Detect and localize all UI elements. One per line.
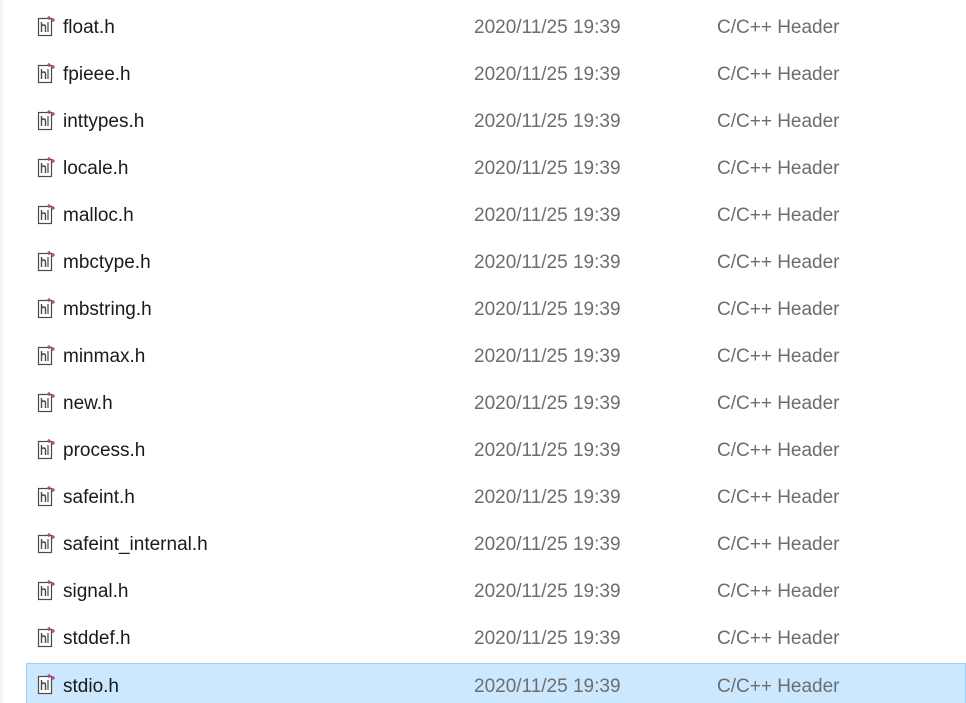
file-type: C/C++ Header: [717, 534, 840, 555]
file-type: C/C++ Header: [717, 581, 840, 602]
file-type: C/C++ Header: [717, 440, 840, 461]
file-row-signal-h[interactable]: signal.h 2020/11/25 19:39 C/C++ Header: [0, 569, 966, 616]
c-header-file-icon: [36, 15, 56, 39]
file-date-modified: 2020/11/25 19:39: [474, 440, 621, 461]
c-header-file-icon: [36, 579, 56, 603]
file-date-modified: 2020/11/25 19:39: [474, 158, 621, 179]
file-date-modified: 2020/11/25 19:39: [474, 581, 621, 602]
file-row-mbctype-h[interactable]: mbctype.h 2020/11/25 19:39 C/C++ Header: [0, 240, 966, 287]
c-header-file-icon: [36, 62, 56, 86]
file-name: malloc.h: [63, 205, 134, 226]
file-date-modified: 2020/11/25 19:39: [474, 487, 621, 508]
file-name: locale.h: [63, 158, 129, 179]
file-name: process.h: [63, 440, 146, 461]
file-type: C/C++ Header: [717, 64, 840, 85]
file-row-stddef-h[interactable]: stddef.h 2020/11/25 19:39 C/C++ Header: [0, 616, 966, 663]
file-list: float.h 2020/11/25 19:39 C/C++ Header fp…: [0, 5, 966, 703]
file-row-float-h[interactable]: float.h 2020/11/25 19:39 C/C++ Header: [0, 5, 966, 52]
file-list-pane: float.h 2020/11/25 19:39 C/C++ Header fp…: [0, 0, 966, 703]
file-date-modified: 2020/11/25 19:39: [474, 111, 621, 132]
file-row-malloc-h[interactable]: malloc.h 2020/11/25 19:39 C/C++ Header: [0, 193, 966, 240]
file-name: stdio.h: [63, 676, 119, 697]
file-name: signal.h: [63, 581, 129, 602]
file-row-mbstring-h[interactable]: mbstring.h 2020/11/25 19:39 C/C++ Header: [0, 287, 966, 334]
file-name: safeint_internal.h: [63, 534, 208, 555]
c-header-file-icon: [36, 391, 56, 415]
file-type: C/C++ Header: [717, 17, 840, 38]
file-name: stddef.h: [63, 628, 131, 649]
c-header-file-icon: [36, 626, 56, 650]
file-row-safeint-internal-h[interactable]: safeint_internal.h 2020/11/25 19:39 C/C+…: [0, 522, 966, 569]
file-type: C/C++ Header: [717, 346, 840, 367]
c-header-file-icon: [36, 485, 56, 509]
file-name: float.h: [63, 17, 115, 38]
file-name: new.h: [63, 393, 113, 414]
file-row-locale-h[interactable]: locale.h 2020/11/25 19:39 C/C++ Header: [0, 146, 966, 193]
file-name: fpieee.h: [63, 64, 131, 85]
file-date-modified: 2020/11/25 19:39: [474, 252, 621, 273]
file-name: mbstring.h: [63, 299, 152, 320]
file-type: C/C++ Header: [717, 393, 840, 414]
file-date-modified: 2020/11/25 19:39: [474, 64, 621, 85]
file-type: C/C++ Header: [717, 252, 840, 273]
file-type: C/C++ Header: [717, 205, 840, 226]
file-row-new-h[interactable]: new.h 2020/11/25 19:39 C/C++ Header: [0, 381, 966, 428]
c-header-file-icon: [36, 438, 56, 462]
file-name: minmax.h: [63, 346, 146, 367]
file-name: inttypes.h: [63, 111, 145, 132]
file-row-stdio-h[interactable]: stdio.h 2020/11/25 19:39 C/C++ Header: [26, 663, 966, 703]
c-header-file-icon: [36, 297, 56, 321]
file-date-modified: 2020/11/25 19:39: [474, 299, 621, 320]
file-date-modified: 2020/11/25 19:39: [474, 628, 621, 649]
file-date-modified: 2020/11/25 19:39: [474, 346, 621, 367]
c-header-file-icon: [36, 156, 56, 180]
c-header-file-icon: [36, 344, 56, 368]
file-name: mbctype.h: [63, 252, 151, 273]
c-header-file-icon: [36, 109, 56, 133]
file-type: C/C++ Header: [717, 299, 840, 320]
file-date-modified: 2020/11/25 19:39: [474, 393, 621, 414]
file-row-safeint-h[interactable]: safeint.h 2020/11/25 19:39 C/C++ Header: [0, 475, 966, 522]
file-row-fpieee-h[interactable]: fpieee.h 2020/11/25 19:39 C/C++ Header: [0, 52, 966, 99]
file-row-inttypes-h[interactable]: inttypes.h 2020/11/25 19:39 C/C++ Header: [0, 99, 966, 146]
c-header-file-icon: [36, 203, 56, 227]
file-type: C/C++ Header: [717, 111, 840, 132]
file-date-modified: 2020/11/25 19:39: [474, 676, 621, 697]
file-row-process-h[interactable]: process.h 2020/11/25 19:39 C/C++ Header: [0, 428, 966, 475]
c-header-file-icon: [36, 673, 56, 697]
file-type: C/C++ Header: [717, 676, 840, 697]
file-type: C/C++ Header: [717, 628, 840, 649]
file-row-minmax-h[interactable]: minmax.h 2020/11/25 19:39 C/C++ Header: [0, 334, 966, 381]
file-date-modified: 2020/11/25 19:39: [474, 17, 621, 38]
file-type: C/C++ Header: [717, 487, 840, 508]
file-name: safeint.h: [63, 487, 135, 508]
c-header-file-icon: [36, 532, 56, 556]
c-header-file-icon: [36, 250, 56, 274]
file-date-modified: 2020/11/25 19:39: [474, 205, 621, 226]
file-date-modified: 2020/11/25 19:39: [474, 534, 621, 555]
file-type: C/C++ Header: [717, 158, 840, 179]
